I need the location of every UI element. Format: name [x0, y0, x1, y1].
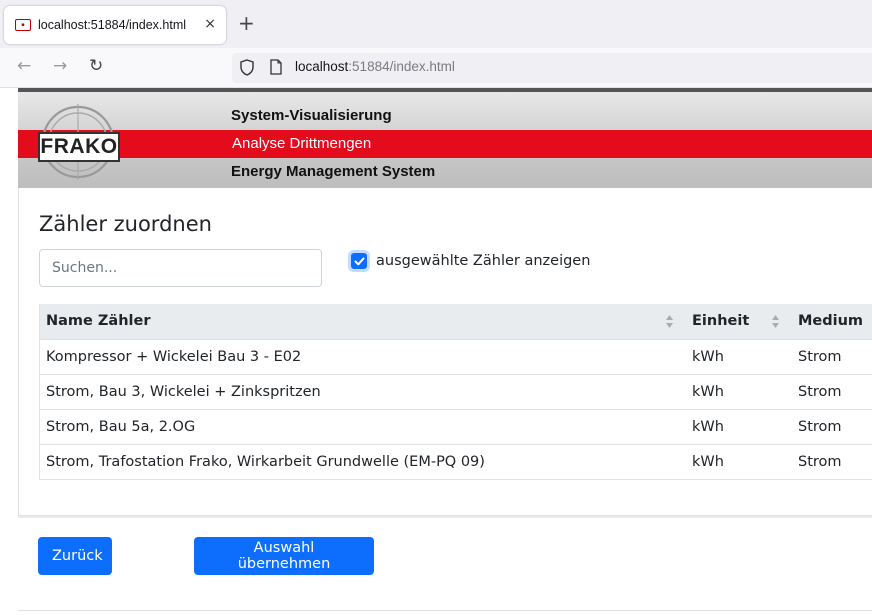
- table-header-row: Name Zähler Einheit Medium: [39, 304, 872, 340]
- bottom-divider: [18, 610, 872, 611]
- show-selected-label[interactable]: ausgewählte Zähler anzeigen: [376, 253, 590, 269]
- cell-unit: kWh: [686, 444, 792, 480]
- cell-unit: kWh: [686, 409, 792, 445]
- url-bar[interactable]: localhost:51884/index.html: [232, 53, 872, 83]
- browser-tab-bar: ▪ localhost:51884/index.html × +: [0, 0, 872, 48]
- page-info-icon[interactable]: [270, 59, 282, 75]
- banner-red-stripe: [18, 130, 872, 158]
- column-header-medium-label: Medium: [797, 313, 864, 330]
- browser-tab[interactable]: ▪ localhost:51884/index.html ×: [4, 6, 226, 44]
- column-header-unit[interactable]: Einheit: [686, 304, 792, 340]
- column-header-unit-label: Einheit: [692, 313, 750, 330]
- reload-icon[interactable]: ↻: [89, 56, 103, 76]
- footer-divider: [18, 516, 872, 518]
- search-input[interactable]: [39, 249, 322, 287]
- column-header-name-label: Name Zähler: [46, 313, 151, 330]
- forward-arrow-icon[interactable]: →: [53, 56, 67, 76]
- frako-banner: FRAKO System-Visualisierung Analyse Drit…: [18, 92, 872, 188]
- back-arrow-icon[interactable]: ←: [17, 56, 31, 76]
- banner-system-title: System-Visualisierung: [231, 107, 392, 124]
- shield-icon[interactable]: [240, 59, 254, 76]
- cell-meter-name: Strom, Trafostation Frako, Wirkarbeit Gr…: [39, 444, 687, 480]
- frako-logo: FRAKO: [38, 132, 120, 162]
- browser-nav-bar: ← → ↻ localhost:51884/index.html: [0, 48, 872, 88]
- page-title: Zähler zuordnen: [39, 212, 212, 236]
- close-tab-icon[interactable]: ×: [204, 16, 216, 32]
- column-header-medium[interactable]: Medium: [791, 304, 872, 340]
- cell-medium: Strom: [791, 374, 872, 410]
- cell-medium: Strom: [791, 444, 872, 480]
- column-header-name[interactable]: Name Zähler: [39, 304, 687, 340]
- assign-meters-card: Zähler zuordnen ausgewählte Zähler anzei…: [18, 188, 872, 516]
- checkmark-icon: [354, 257, 365, 266]
- show-selected-checkbox[interactable]: [351, 253, 367, 269]
- cell-meter-name: Strom, Bau 5a, 2.OG: [39, 409, 687, 445]
- url-host: localhost: [295, 59, 349, 74]
- apply-selection-button[interactable]: Auswahl übernehmen: [194, 537, 374, 575]
- sort-icon[interactable]: [665, 314, 674, 329]
- frako-favicon-icon: ▪: [15, 19, 31, 31]
- meters-table: Name Zähler Einheit Medium Kompressor + …: [39, 304, 872, 480]
- banner-module-title: Analyse Drittmengen: [232, 135, 372, 152]
- table-row[interactable]: Strom, Bau 5a, 2.OG kWh Strom: [39, 409, 872, 445]
- table-row[interactable]: Strom, Bau 3, Wickelei + Zinkspritzen kW…: [39, 374, 872, 410]
- cell-medium: Strom: [791, 409, 872, 445]
- cell-meter-name: Kompressor + Wickelei Bau 3 - E02: [39, 339, 687, 375]
- cell-meter-name: Strom, Bau 3, Wickelei + Zinkspritzen: [39, 374, 687, 410]
- new-tab-icon[interactable]: +: [238, 13, 255, 33]
- logo-text: FRAKO: [40, 135, 118, 158]
- sort-icon[interactable]: [771, 314, 780, 329]
- url-path: :51884/index.html: [348, 59, 455, 74]
- url-text[interactable]: localhost:51884/index.html: [295, 59, 455, 74]
- back-button[interactable]: Zurück: [38, 537, 112, 575]
- cell-medium: Strom: [791, 339, 872, 375]
- banner-product-title: Energy Management System: [231, 163, 436, 180]
- table-row[interactable]: Kompressor + Wickelei Bau 3 - E02 kWh St…: [39, 339, 872, 375]
- table-row[interactable]: Strom, Trafostation Frako, Wirkarbeit Gr…: [39, 444, 872, 480]
- cell-unit: kWh: [686, 339, 792, 375]
- tab-title: localhost:51884/index.html: [38, 18, 187, 32]
- cell-unit: kWh: [686, 374, 792, 410]
